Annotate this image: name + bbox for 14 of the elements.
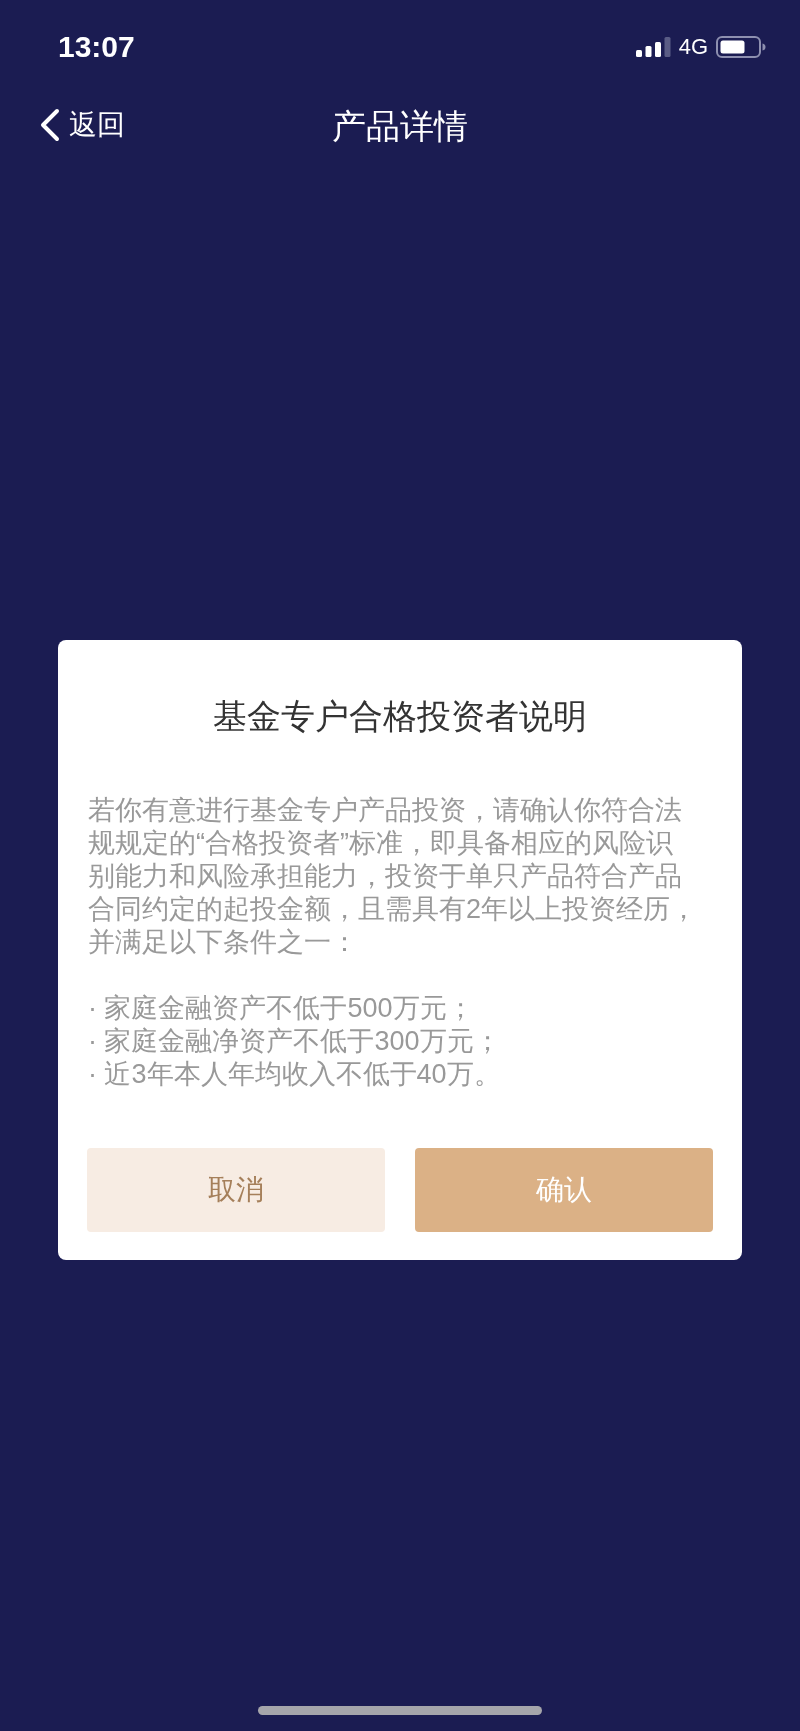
page-title: 产品详情 <box>332 109 468 143</box>
network-label: 4G <box>678 36 708 58</box>
signal-icon <box>635 37 671 57</box>
dialog-body-text: 若你有意进行基金专户产品投资，请确认你符合法规规定的“合格投资者”标准，即具备相应的风险识别能力和风险承担能力，投资于单只产品符合产品合同约定的起投金额，且需具有2年以上投资经历，并满足以下条件之一： <box>88 794 698 959</box>
condition-text: · 家庭金融净资产不低于300万元； <box>88 1025 502 1058</box>
battery-icon <box>716 36 766 58</box>
chevron-left-icon <box>38 108 60 142</box>
dialog-title: 基金专户合格投资者说明 <box>212 696 588 736</box>
condition-text: · 家庭金融资产不低于500万元； <box>88 992 475 1025</box>
back-button[interactable]: 返回 <box>38 108 125 142</box>
confirm-button[interactable]: 确认 <box>415 1148 713 1232</box>
condition-text: · 近3年本人年均收入不低于40万。 <box>88 1058 502 1091</box>
status-time: 13:07 <box>58 32 135 62</box>
cancel-button[interactable]: 取消 <box>87 1148 385 1232</box>
